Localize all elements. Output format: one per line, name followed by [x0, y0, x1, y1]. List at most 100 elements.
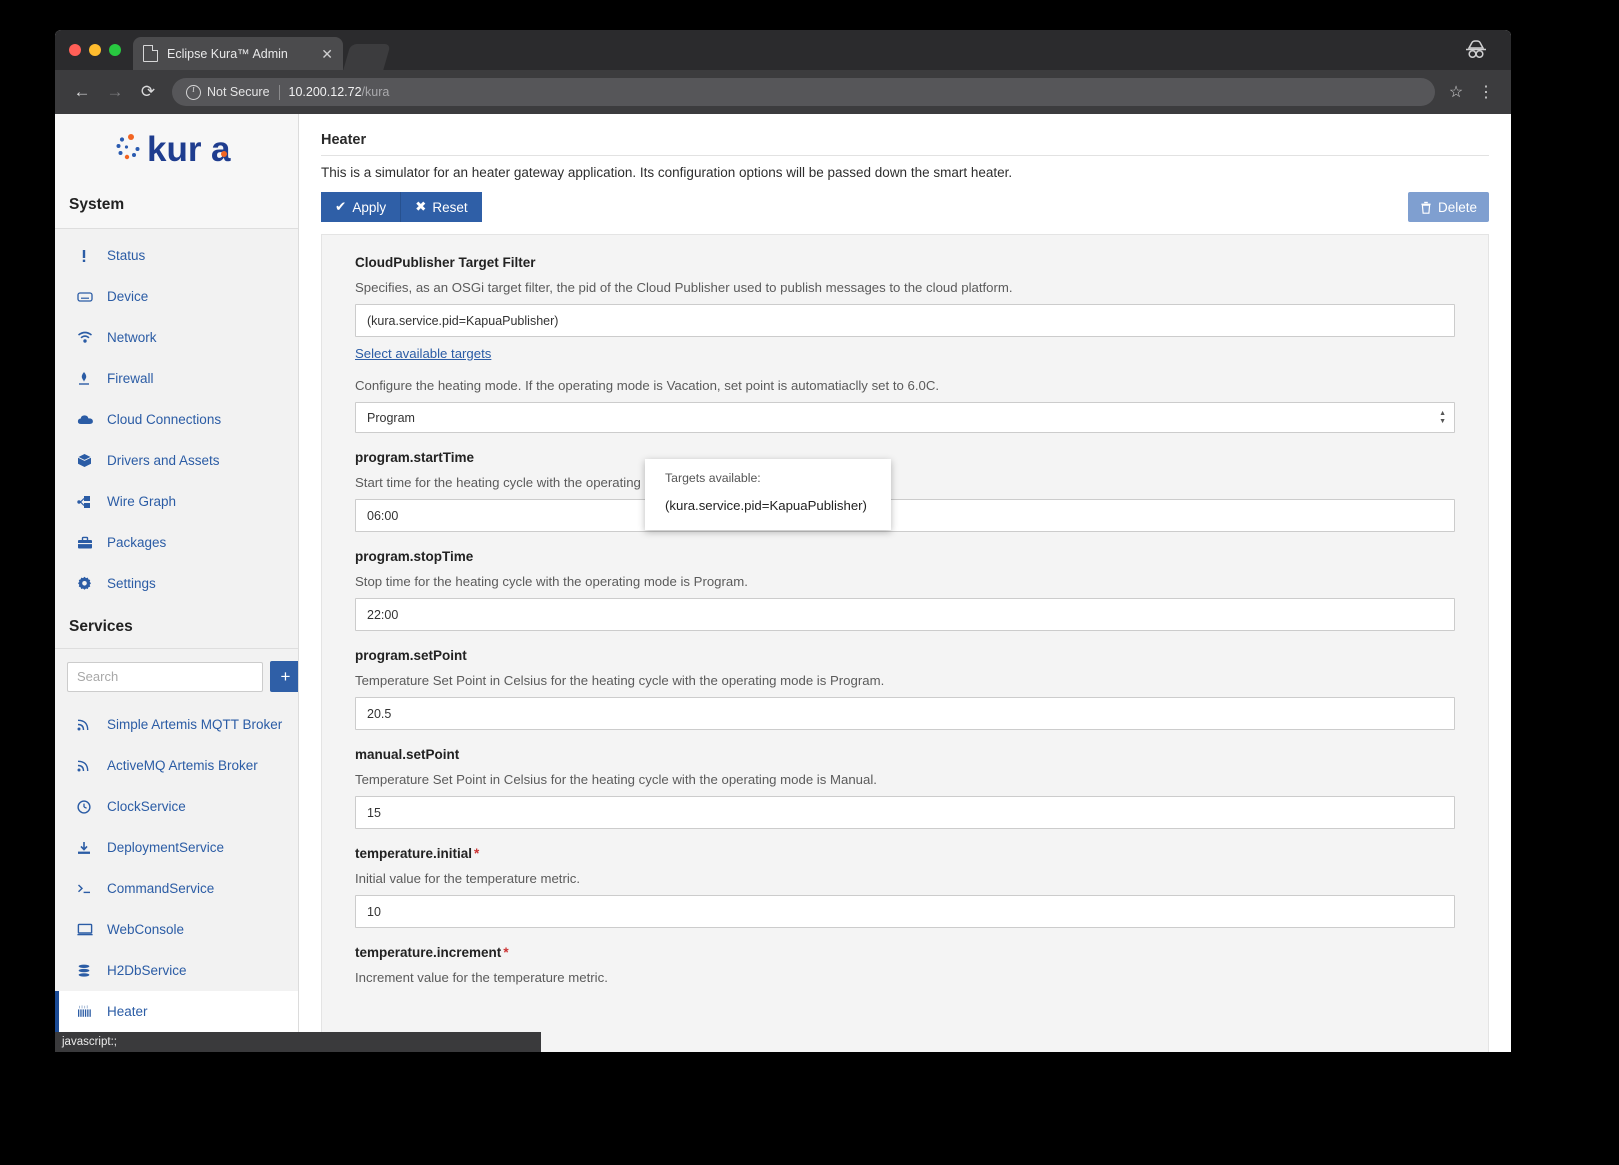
field-temperature-increment: temperature.increment * Increment value f… — [355, 945, 1455, 985]
sidebar-item-label: Wire Graph — [107, 494, 177, 509]
sidebar-item-firewall[interactable]: Firewall — [55, 358, 298, 399]
sidebar-item-device[interactable]: Device — [55, 276, 298, 317]
kura-logo-mark: kur a — [116, 130, 231, 169]
back-button[interactable]: ← — [67, 77, 97, 107]
box-icon — [77, 453, 97, 468]
search-input[interactable] — [67, 661, 263, 692]
exclamation-icon — [77, 249, 97, 263]
sidebar-item-status[interactable]: Status — [55, 235, 298, 276]
sidebar-item-activemq-artemis-broker[interactable]: ActiveMQ Artemis Broker — [55, 745, 298, 786]
incognito-icon — [1463, 39, 1489, 61]
targets-available-popup: Targets available: (kura.service.pid=Kap… — [645, 459, 891, 530]
cloudpublisher-target-filter-input[interactable] — [355, 304, 1455, 337]
manual-setpoint-input[interactable] — [355, 796, 1455, 829]
reset-button-label: Reset — [432, 199, 468, 215]
add-service-button[interactable]: + — [270, 661, 298, 692]
field-label: CloudPublisher Target Filter — [355, 255, 536, 270]
field-program-starttime: program.startTime Start time for the hea… — [355, 450, 1455, 532]
delete-button[interactable]: Delete — [1407, 192, 1489, 222]
sidebar-item-label: Simple Artemis MQTT Broker — [107, 717, 283, 732]
forward-button[interactable]: → — [100, 77, 130, 107]
sidebar-item-h2dbservice[interactable]: H2DbService — [55, 950, 298, 991]
sidebar-item-heater[interactable]: Heater — [55, 991, 298, 1032]
apply-button-label: Apply — [352, 199, 387, 215]
new-tab-button[interactable] — [343, 44, 391, 70]
sidebar-item-drivers-and-assets[interactable]: Drivers and Assets — [55, 440, 298, 481]
close-window-button[interactable] — [69, 44, 81, 56]
field-description: Initial value for the temperature metric… — [355, 871, 581, 886]
sidebar-services-list: Simple Artemis MQTT Broker ActiveMQ Arte… — [55, 702, 298, 1052]
screenshot-root: Eclipse Kura™ Admin ✕ ← → ⟳ i Not Secure… — [0, 0, 1619, 1165]
security-indicator[interactable]: Not Secure — [186, 84, 270, 100]
sidebar-system-list: Status Device Network Firewall Cloud Con… — [55, 229, 298, 604]
service-search-row: + — [55, 649, 298, 702]
temperature-initial-input[interactable] — [355, 895, 1455, 928]
field-label: manual.setPoint — [355, 747, 460, 762]
sidebar-item-commandservice[interactable]: CommandService — [55, 868, 298, 909]
minimize-window-button[interactable] — [89, 44, 101, 56]
sidebar: kur a System Status Device Network Firew… — [55, 114, 299, 1052]
program-starttime-input[interactable] — [355, 499, 1455, 532]
browser-tabstrip: Eclipse Kura™ Admin ✕ — [55, 30, 1511, 70]
page-body: kur a System Status Device Network Firew… — [55, 114, 1511, 1052]
database-icon — [77, 964, 97, 978]
sidebar-item-label: Firewall — [107, 371, 154, 386]
sidebar-item-packages[interactable]: Packages — [55, 522, 298, 563]
reset-button[interactable]: ✖ Reset — [401, 192, 482, 222]
sidebar-item-clockservice[interactable]: ClockService — [55, 786, 298, 827]
targets-popup-item[interactable]: (kura.service.pid=KapuaPublisher) — [645, 495, 891, 516]
cross-icon: ✖ — [415, 199, 427, 214]
security-label: Not Secure — [207, 85, 270, 99]
sidebar-item-webconsole[interactable]: WebConsole — [55, 909, 298, 950]
browser-window: Eclipse Kura™ Admin ✕ ← → ⟳ i Not Secure… — [55, 30, 1511, 1052]
browser-tab-title: Eclipse Kura™ Admin — [167, 46, 288, 61]
field-label: program.startTime — [355, 450, 475, 465]
sidebar-item-cloud-connections[interactable]: Cloud Connections — [55, 399, 298, 440]
chevron-updown-icon: ▲ ▼ — [1439, 409, 1446, 425]
briefcase-icon — [77, 536, 97, 550]
browser-tab-active[interactable]: Eclipse Kura™ Admin ✕ — [133, 37, 343, 70]
page-description: This is a simulator for an heater gatewa… — [321, 165, 1013, 180]
address-bar[interactable]: Not Secure 10.200.12.72 /kura — [172, 78, 1435, 106]
firewall-icon — [77, 371, 97, 386]
sidebar-item-network[interactable]: Network — [55, 317, 298, 358]
cloud-icon — [77, 414, 97, 426]
select-available-targets-link[interactable]: Select available targets — [355, 346, 491, 361]
close-tab-icon[interactable]: ✕ — [321, 47, 333, 61]
sidebar-item-label: Packages — [107, 535, 167, 550]
maximize-window-button[interactable] — [109, 44, 121, 56]
bookmark-star-icon[interactable]: ☆ — [1443, 79, 1469, 105]
sidebar-item-label: H2DbService — [107, 963, 187, 978]
sidebar-item-simple-artemis-mqtt-broker[interactable]: Simple Artemis MQTT Broker — [55, 704, 298, 745]
apply-button[interactable]: ✔ Apply — [321, 192, 402, 222]
trash-icon — [1420, 201, 1432, 214]
program-stoptime-input[interactable] — [355, 598, 1455, 631]
url-path: /kura — [361, 85, 390, 99]
targets-popup-heading: Targets available: — [665, 471, 761, 485]
rss-icon — [77, 759, 97, 772]
sidebar-item-label: DeploymentService — [107, 840, 225, 855]
sidebar-item-settings[interactable]: Settings — [55, 563, 298, 604]
reload-button[interactable]: ⟳ — [133, 77, 163, 107]
field-label: program.setPoint — [355, 648, 467, 663]
sidebar-item-wire-graph[interactable]: Wire Graph — [55, 481, 298, 522]
field-temperature-initial: temperature.initial * Initial value for t… — [355, 846, 1455, 928]
terminal-icon — [77, 882, 97, 895]
delete-button-label: Delete — [1437, 199, 1477, 215]
configuration-panel: CloudPublisher Target Filter Specifies, … — [321, 234, 1489, 1052]
rss-icon — [77, 718, 97, 731]
check-icon: ✔ — [335, 199, 347, 214]
field-program-setpoint: program.setPoint Temperature Set Point i… — [355, 648, 1455, 730]
field-manual-setpoint: manual.setPoint Temperature Set Point in… — [355, 747, 1455, 829]
required-asterisk: * — [503, 945, 509, 960]
monitor-icon — [77, 923, 97, 936]
field-label: temperature.initial * — [355, 846, 1455, 861]
mode-select[interactable]: Program ▲ ▼ — [355, 402, 1455, 433]
sidebar-item-label: WebConsole — [107, 922, 185, 937]
sidebar-item-deploymentservice[interactable]: DeploymentService — [55, 827, 298, 868]
sidebar-item-label: CommandService — [107, 881, 215, 896]
program-setpoint-input[interactable] — [355, 697, 1455, 730]
sidebar-item-label: Drivers and Assets — [107, 453, 220, 468]
browser-menu-icon[interactable]: ⋮ — [1473, 79, 1499, 105]
field-description: Configure the heating mode. If the opera… — [355, 378, 940, 393]
